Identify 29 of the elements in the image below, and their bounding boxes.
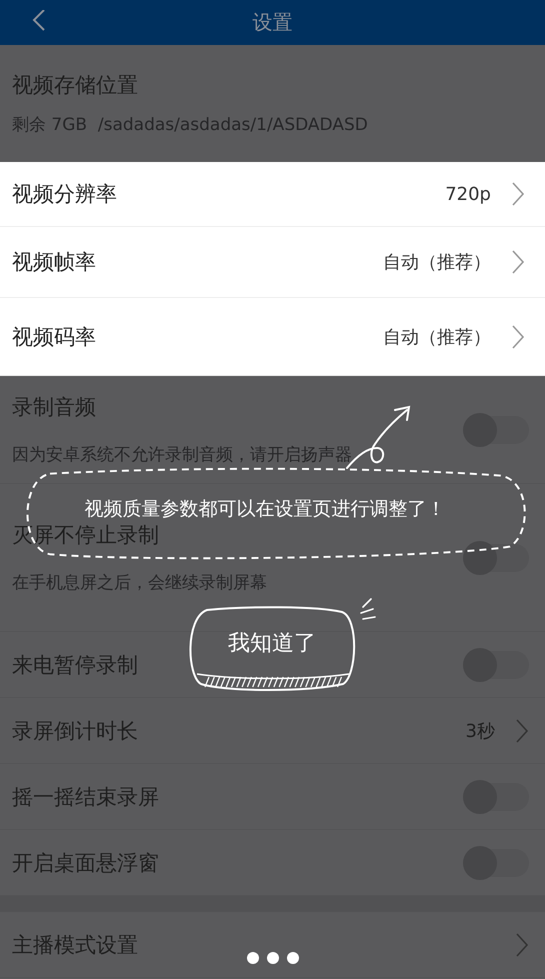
page-title: 设置 bbox=[252, 9, 292, 36]
setting-label: 录屏倒计时长 bbox=[12, 718, 138, 744]
setting-value: 720p bbox=[445, 184, 491, 204]
chevron-right-icon bbox=[511, 181, 525, 207]
chevron-right-icon bbox=[511, 249, 525, 275]
setting-value: 自动（推荐） bbox=[383, 326, 491, 348]
got-it-button[interactable]: 我知道了 bbox=[187, 606, 357, 692]
dots-icon bbox=[245, 950, 301, 966]
setting-label: 来电暂停录制 bbox=[12, 652, 138, 678]
setting-label: 视频帧率 bbox=[12, 249, 96, 276]
setting-label: 摇一摇结束录屏 bbox=[12, 784, 159, 810]
setting-label: 视频存储位置 bbox=[12, 72, 139, 99]
setting-label: 主播模式设置 bbox=[12, 932, 138, 958]
toggle-switch[interactable] bbox=[463, 544, 529, 572]
setting-row[interactable]: 视频分辨率 720p bbox=[0, 162, 545, 227]
setting-value: 自动（推荐） bbox=[383, 251, 491, 274]
setting-row[interactable]: 视频帧率 自动（推荐） bbox=[0, 227, 545, 298]
setting-value: 3秒 bbox=[466, 720, 495, 742]
setting-label: 开启桌面悬浮窗 bbox=[12, 850, 159, 876]
tip-message: 视频质量参数都可以在设置页进行调整了！ bbox=[84, 499, 446, 519]
chevron-right-icon bbox=[511, 324, 525, 350]
chevron-right-icon bbox=[515, 718, 529, 744]
setting-row[interactable]: 视频码率 自动（推荐） bbox=[0, 298, 545, 376]
setting-label: 录制音频 bbox=[12, 394, 97, 421]
setting-label: 视频分辨率 bbox=[12, 181, 117, 208]
back-icon[interactable] bbox=[30, 10, 46, 32]
chevron-right-icon bbox=[515, 932, 529, 958]
setting-label: 灭屏不停止录制 bbox=[12, 522, 160, 549]
setting-label: 视频码率 bbox=[12, 324, 96, 350]
